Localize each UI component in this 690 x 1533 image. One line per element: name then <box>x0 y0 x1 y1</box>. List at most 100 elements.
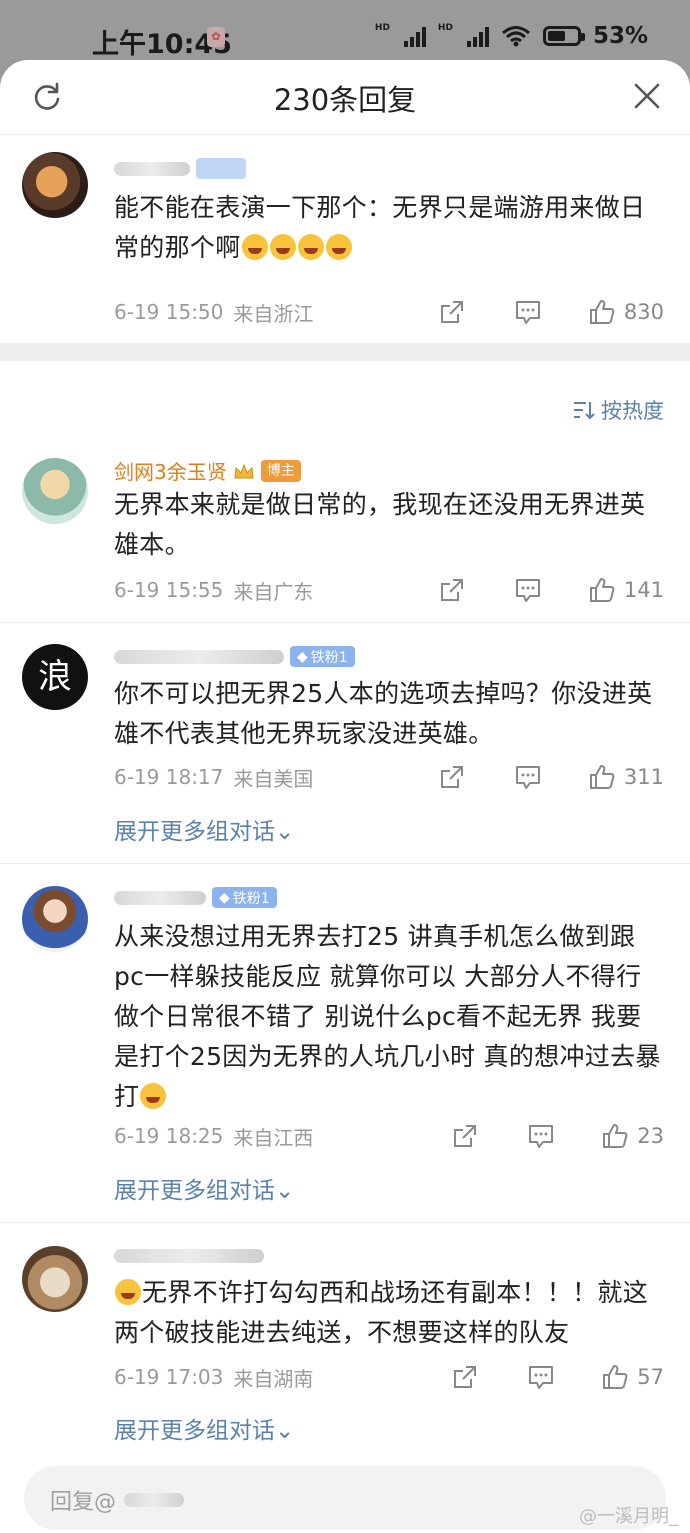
comment-time: 6-19 18:25 <box>114 1124 224 1148</box>
laugh-emoji-icon <box>241 234 268 260</box>
comment-time: 6-19 15:50 <box>114 300 224 324</box>
expand-conversation-link[interactable]: 展开更多组对话⌄ <box>114 1411 294 1445</box>
chevron-down-icon: ⌄ <box>275 1418 295 1444</box>
thumbs-up-icon <box>589 765 615 789</box>
share-icon[interactable] <box>438 298 466 326</box>
watermark: @一溪月明_ <box>579 1506 678 1527</box>
expand-conversation-link[interactable]: 展开更多组对话⌄ <box>114 1171 294 1205</box>
replies-sheet: 230条回复 能不能在表演一下那个：无界只是端游用来做日常的那个啊 6-19 1… <box>0 60 690 1533</box>
thumbs-up-icon <box>603 1365 628 1389</box>
like-button[interactable]: 23 <box>601 1122 664 1150</box>
username-row[interactable] <box>114 1249 264 1263</box>
comment-text: 你不可以把无界25人本的选项去掉吗？你没进英雄不代表其他无界玩家没进英雄。 <box>114 679 653 748</box>
laugh-emoji-icon <box>269 234 296 260</box>
notification-app-icon: ✿ <box>207 27 225 47</box>
blogger-badge: 博主 <box>260 459 301 482</box>
username-redacted <box>124 1493 185 1507</box>
avatar[interactable] <box>22 458 88 524</box>
battery-icon <box>542 26 585 46</box>
reply-placeholder: 回复@ <box>50 1484 185 1516</box>
status-bar: 上午10:45 ✿ HD HD 53% <box>0 0 690 68</box>
share-icon[interactable] <box>451 1363 479 1391</box>
sort-icon <box>574 402 595 420</box>
sort-label: 按热度 <box>601 399 664 423</box>
comment-text: 无界本来就是做日常的，我现在还没用无界进英雄本。 <box>114 490 646 559</box>
fan-badge: ◆ 铁粉1 <box>212 887 277 908</box>
laugh-emoji-icon <box>297 234 324 260</box>
comment-actions: 830 <box>438 298 664 326</box>
comment-actions: 57 <box>451 1363 664 1391</box>
username-redacted <box>114 1249 264 1263</box>
comment-meta: 6-19 18:25 来自江西 23 <box>114 1121 664 1151</box>
divider <box>0 1222 690 1223</box>
comment-location: 来自广东 <box>233 579 314 604</box>
username-row[interactable]: ◆ 铁粉1 <box>114 887 277 908</box>
like-count: 311 <box>623 765 664 789</box>
close-icon[interactable] <box>632 81 662 111</box>
comment-text: 能不能在表演一下那个：无界只是端游用来做日常的那个啊 <box>114 193 646 262</box>
comment-actions: 311 <box>438 763 664 791</box>
like-button[interactable]: 830 <box>588 298 664 326</box>
username-redacted <box>114 890 206 905</box>
comment-time: 6-19 18:17 <box>114 765 224 789</box>
comment-location: 来自美国 <box>233 766 314 791</box>
avatar[interactable] <box>22 1246 88 1312</box>
username-row[interactable]: 剑网3余玉贤 博主 <box>114 456 301 485</box>
comment-location: 来自湖南 <box>233 1366 314 1391</box>
comment-actions: 141 <box>438 576 664 604</box>
smile-emoji-icon <box>115 1279 141 1305</box>
like-count: 23 <box>637 1124 664 1148</box>
comment-meta: 6-19 15:55 来自广东 141 <box>114 575 664 605</box>
sheet-header: 230条回复 <box>0 60 690 135</box>
like-count: 57 <box>637 1365 664 1389</box>
fan-badge <box>196 158 246 179</box>
like-button[interactable]: 141 <box>588 576 664 604</box>
chevron-down-icon: ⌄ <box>275 819 295 845</box>
like-button[interactable]: 311 <box>588 763 664 791</box>
signal-icon <box>403 25 426 47</box>
avatar[interactable] <box>22 886 88 952</box>
wifi-icon <box>501 26 530 47</box>
expand-conversation-link[interactable]: 展开更多组对话⌄ <box>114 812 294 846</box>
like-count: 141 <box>623 578 664 602</box>
comment-icon[interactable] <box>527 1363 555 1391</box>
sweat-emoji-icon <box>140 1083 167 1109</box>
status-icons: HD HD 53% <box>375 23 648 49</box>
sort-toggle[interactable]: 按热度 <box>573 395 664 425</box>
page-title: 230条回复 <box>273 83 417 117</box>
comment-icon[interactable] <box>514 763 542 791</box>
hd-icon: HD <box>437 23 453 33</box>
comment-icon[interactable] <box>514 576 542 604</box>
fan-badge: ◆ 铁粉1 <box>290 646 355 667</box>
hd-icon: HD <box>374 23 390 33</box>
comment-icon[interactable] <box>514 298 542 326</box>
comment-meta: 6-19 15:50 来自浙江 830 <box>114 297 664 327</box>
username-redacted <box>114 649 284 664</box>
like-button[interactable]: 57 <box>601 1363 664 1391</box>
username-row[interactable]: ◆ 铁粉1 <box>114 646 355 667</box>
like-count: 830 <box>623 300 664 324</box>
comment-time: 6-19 15:55 <box>114 578 224 602</box>
username-redacted <box>114 161 190 176</box>
share-icon[interactable] <box>438 763 466 791</box>
comment-text: 无界不许打勾勾西和战场还有副本！！！就这两个破技能进去纯送，不想要这样的队友 <box>114 1278 649 1347</box>
comment-meta: 6-19 17:03 来自湖南 57 <box>114 1362 664 1392</box>
avatar[interactable]: 浪 <box>22 644 88 710</box>
username-row[interactable] <box>114 158 246 179</box>
thumbs-up-icon <box>603 1124 628 1148</box>
share-icon[interactable] <box>438 576 466 604</box>
avatar[interactable] <box>22 152 88 218</box>
divider <box>0 622 690 623</box>
comment-icon[interactable] <box>527 1122 555 1150</box>
comment-location: 来自江西 <box>233 1125 314 1150</box>
comment-location: 来自浙江 <box>233 301 314 326</box>
comment-meta: 6-19 18:17 来自美国 311 <box>114 762 664 792</box>
comment-actions: 23 <box>451 1122 664 1150</box>
username: 剑网3余玉贤 <box>114 460 227 484</box>
share-icon[interactable] <box>451 1122 479 1150</box>
reply-input[interactable]: 回复@ <box>24 1466 666 1530</box>
signal-icon <box>466 25 489 47</box>
thumbs-up-icon <box>589 578 615 602</box>
comment-time: 6-19 17:03 <box>114 1365 224 1389</box>
divider <box>0 863 690 864</box>
